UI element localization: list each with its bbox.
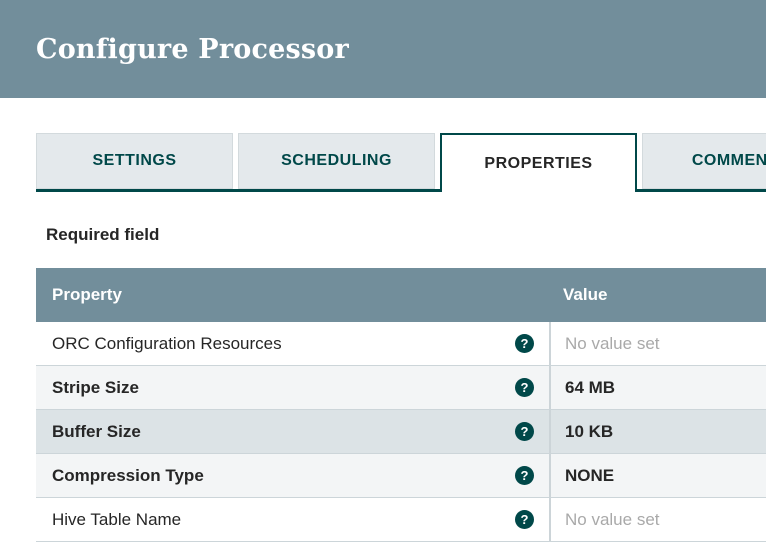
- help-icon[interactable]: ?: [515, 334, 534, 353]
- table-row: ORC Configuration Resources ? No value s…: [36, 322, 766, 366]
- tabbar: SETTINGS SCHEDULING PROPERTIES COMMENTS: [36, 133, 766, 192]
- tab-scheduling[interactable]: SCHEDULING: [238, 133, 435, 189]
- value-cell[interactable]: No value set: [549, 498, 766, 541]
- property-cell: Stripe Size ?: [36, 366, 549, 409]
- property-cell: Hive Table Name ?: [36, 498, 549, 541]
- column-header-value: Value: [549, 285, 766, 305]
- dialog-titlebar: Configure Processor: [0, 0, 766, 98]
- table-row: Compression Type ? NONE: [36, 454, 766, 498]
- property-name: Compression Type: [52, 466, 515, 486]
- column-header-property: Property: [36, 285, 549, 305]
- dialog-title: Configure Processor: [0, 34, 349, 65]
- value-cell[interactable]: 10 KB: [549, 410, 766, 453]
- value-cell[interactable]: 64 MB: [549, 366, 766, 409]
- help-icon[interactable]: ?: [515, 378, 534, 397]
- property-name: Stripe Size: [52, 378, 515, 398]
- tab-comments-label: COMMENTS: [692, 152, 766, 170]
- properties-table: Property Value ORC Configuration Resourc…: [36, 268, 766, 542]
- tab-settings[interactable]: SETTINGS: [36, 133, 233, 189]
- property-cell: ORC Configuration Resources ?: [36, 322, 549, 365]
- table-row: Buffer Size ? 10 KB: [36, 410, 766, 454]
- tabbar-wrap: SETTINGS SCHEDULING PROPERTIES COMMENTS: [0, 133, 766, 192]
- value-cell[interactable]: No value set: [549, 322, 766, 365]
- tab-properties[interactable]: PROPERTIES: [440, 133, 637, 192]
- tab-properties-label: PROPERTIES: [484, 155, 592, 173]
- property-name: Hive Table Name: [52, 510, 515, 530]
- help-icon[interactable]: ?: [515, 466, 534, 485]
- table-row: Stripe Size ? 64 MB: [36, 366, 766, 410]
- help-icon[interactable]: ?: [515, 510, 534, 529]
- property-name: ORC Configuration Resources: [52, 334, 515, 354]
- required-field-legend: Required field: [46, 225, 766, 245]
- help-icon[interactable]: ?: [515, 422, 534, 441]
- value-cell[interactable]: NONE: [549, 454, 766, 497]
- table-header-row: Property Value: [36, 268, 766, 322]
- tab-comments[interactable]: COMMENTS: [642, 133, 766, 189]
- table-row: Hive Table Name ? No value set: [36, 498, 766, 542]
- property-name: Buffer Size: [52, 422, 515, 442]
- property-cell: Compression Type ?: [36, 454, 549, 497]
- property-cell: Buffer Size ?: [36, 410, 549, 453]
- tab-scheduling-label: SCHEDULING: [281, 152, 392, 170]
- tab-settings-label: SETTINGS: [92, 152, 176, 170]
